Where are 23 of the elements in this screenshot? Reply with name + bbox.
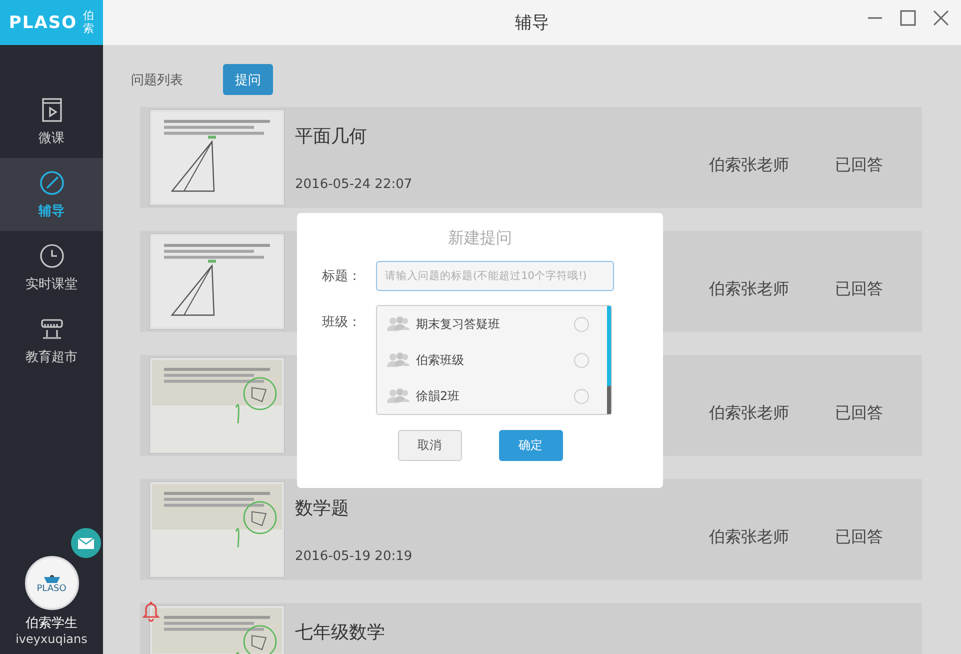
teacher-name: 伯索张老师	[709, 403, 789, 424]
class-label: 班级：	[322, 314, 362, 331]
logo-text: PLASO	[8, 12, 78, 32]
logo-chinese-text: 伯索	[83, 10, 94, 35]
answer-status: 已回答	[835, 279, 883, 300]
answer-status: 已回答	[835, 155, 883, 176]
teacher-name: 伯索张老师	[709, 155, 789, 176]
question-title: 数学题	[295, 496, 350, 520]
question-title: 平面几何	[295, 124, 368, 148]
dialog-title: 新建提问	[448, 228, 512, 249]
teacher-name: 伯索张老师	[709, 279, 789, 300]
user-id: iveyxuqians	[16, 632, 88, 646]
question-date: 2016-05-24 22:07	[295, 176, 414, 192]
user-name: 伯索学生	[26, 615, 78, 632]
teacher-name: 伯索张老师	[709, 527, 789, 548]
window-title: 辅导	[515, 12, 549, 34]
avatar-text: PLASO	[36, 584, 66, 594]
question-title: 七年级数学	[295, 620, 386, 644]
title-label: 标题：	[322, 268, 362, 285]
answer-status: 已回答	[835, 527, 883, 548]
list-heading: 问题列表	[131, 72, 183, 88]
answer-status: 已回答	[835, 403, 883, 424]
question-date: 2016-05-19 20:19	[295, 548, 414, 564]
